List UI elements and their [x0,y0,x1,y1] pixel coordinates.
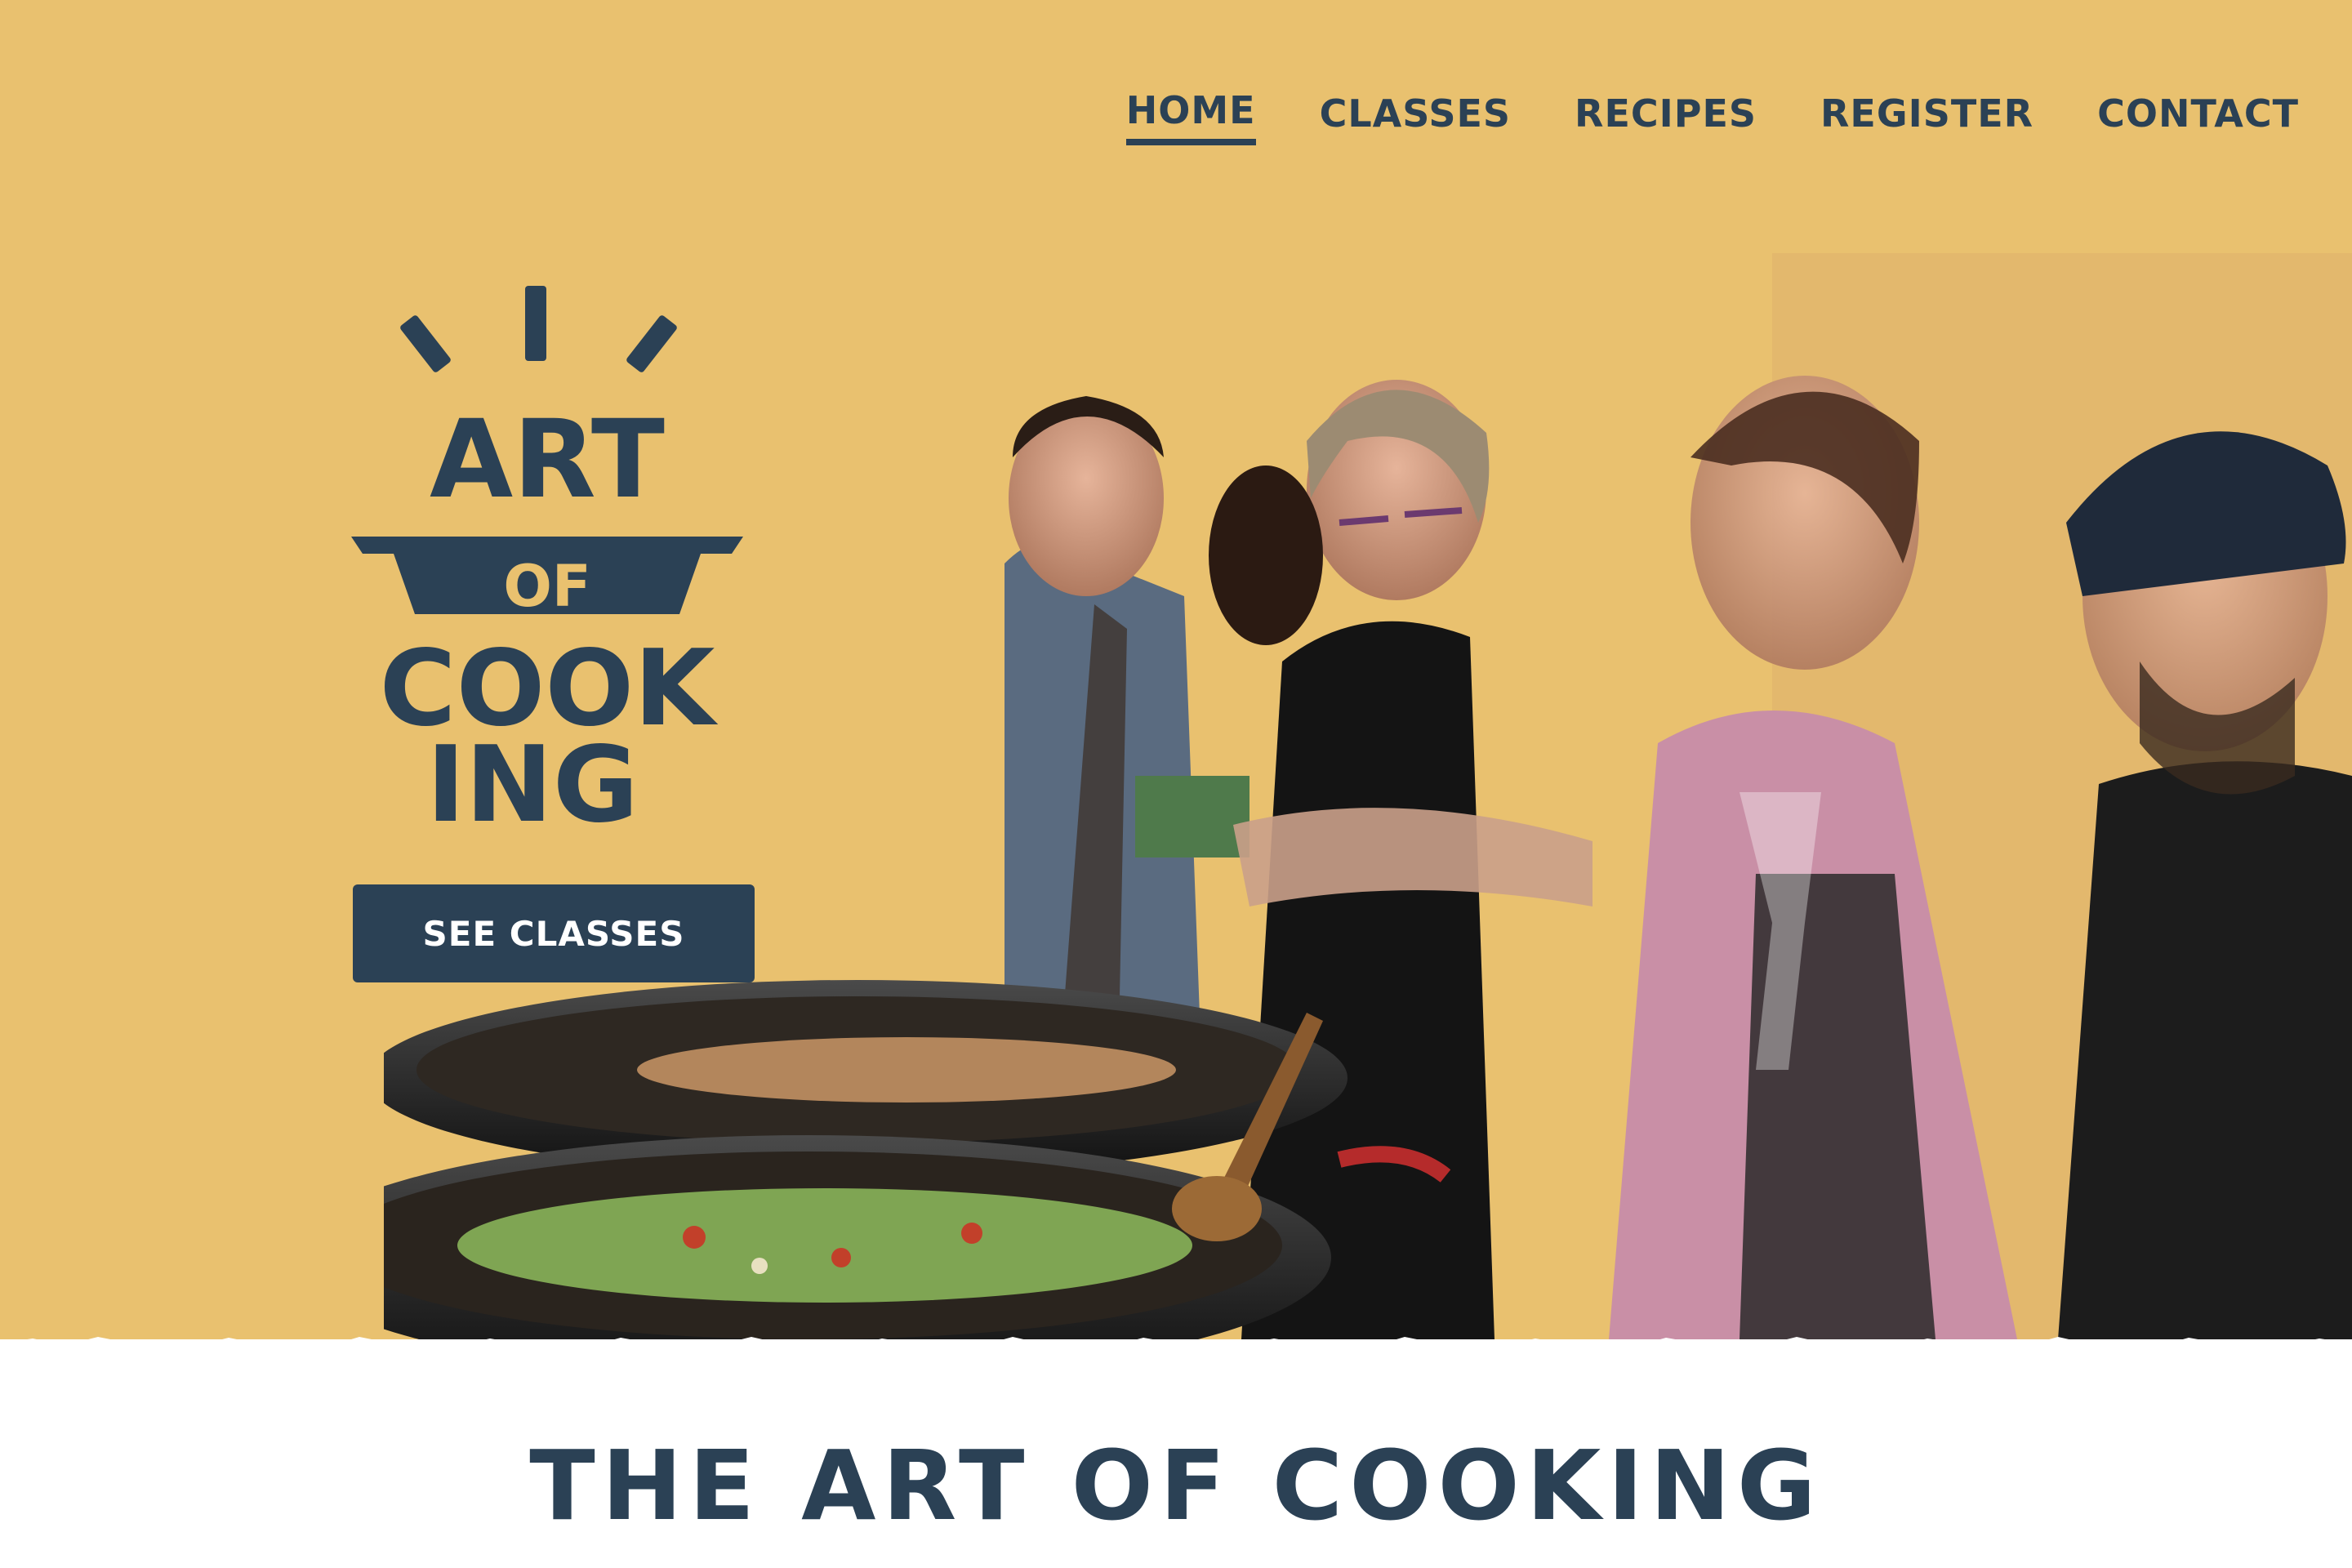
torn-paper-divider [0,1337,2352,1368]
steam-rays-icon [400,286,677,372]
nav-recipes[interactable]: RECIPES [1575,91,1757,142]
logo-line-2: OF [503,553,590,620]
main-nav: HOME CLASSES RECIPES REGISTER CONTACT [1125,88,2299,145]
logo-line-4: ING [426,724,639,833]
nav-home[interactable]: HOME [1125,88,1256,145]
nav-classes[interactable]: CLASSES [1320,91,1511,142]
page-headline: THE ART OF COOKING [529,1429,1823,1542]
logo-line-1: ART [430,397,665,523]
nav-register[interactable]: REGISTER [1820,91,2034,142]
hero-section: ART OF COOK ING SEE CLASSES HOME CLASSES… [0,0,2352,1339]
art-of-cooking-logo: ART OF COOK ING [351,286,743,833]
nav-contact[interactable]: CONTACT [2097,91,2299,142]
see-classes-button[interactable]: SEE CLASSES [353,884,755,982]
page: ART OF COOK ING SEE CLASSES HOME CLASSES… [0,0,2352,1568]
